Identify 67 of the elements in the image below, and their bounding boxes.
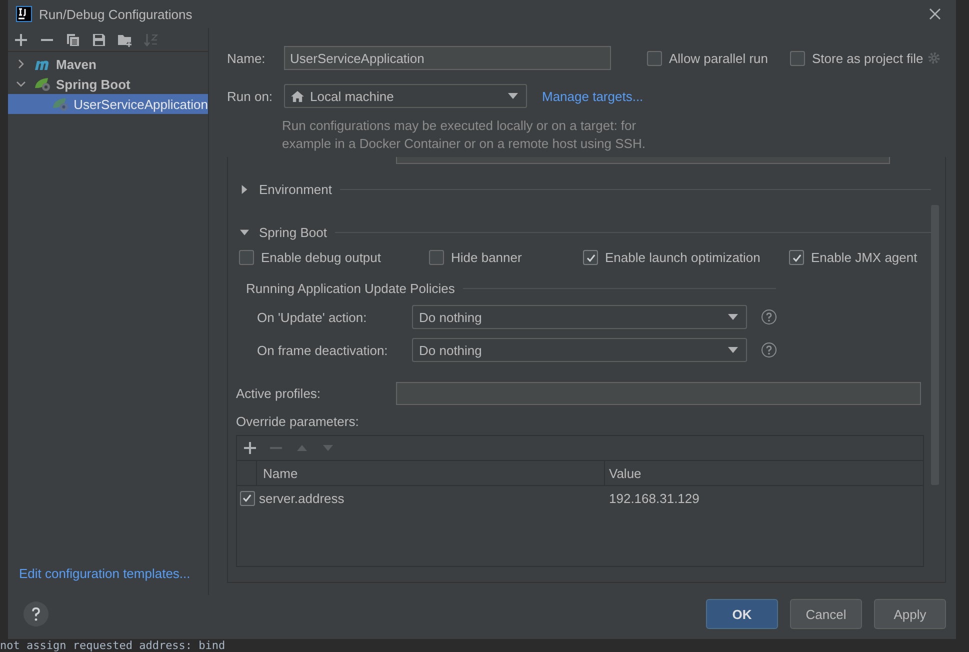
settings-icon[interactable]	[927, 51, 942, 65]
name-label: Name:	[227, 50, 266, 66]
help-icon[interactable]	[23, 601, 49, 627]
hint-text: Run configurations may be executed locally or on a target: for example in a Docker Container or on a remote host using SSH.	[282, 117, 646, 153]
table-cell-text: server.address	[258, 490, 346, 508]
checkbox-label: Enable launch optimization	[605, 250, 760, 265]
column-header[interactable]: Name	[257, 461, 605, 485]
check-icon	[242, 493, 252, 503]
policy-label: On 'Update' action:	[257, 310, 368, 324]
dialog-button[interactable]: Cancel	[790, 599, 862, 629]
policy-dropdown[interactable]: Do nothing	[412, 338, 747, 362]
help-icon[interactable]	[761, 342, 777, 358]
copy-icon[interactable]	[65, 32, 81, 48]
home-icon	[291, 90, 304, 102]
check-icon	[792, 252, 802, 262]
section-toggle[interactable]: Spring Boot	[240, 225, 327, 240]
policy-label: On frame deactivation:	[257, 342, 389, 358]
active-profiles-label: Active profiles:	[236, 386, 322, 401]
dropdown-caret-icon	[728, 347, 738, 353]
tree-item[interactable]: UserServiceApplication	[8, 94, 208, 114]
triangle-down-icon	[240, 228, 249, 237]
app-logo-icon	[16, 6, 32, 22]
group-title: Running Application Update Policies	[246, 281, 455, 296]
checkbox[interactable]	[240, 490, 254, 506]
folder-icon[interactable]	[117, 32, 133, 48]
chevron-down-icon[interactable]	[16, 79, 26, 89]
active-profiles-field[interactable]	[396, 382, 921, 405]
tree-item[interactable]: Spring Boot	[8, 74, 208, 94]
name-field[interactable]: UserServiceApplication	[284, 46, 611, 70]
option-label: Allow parallel run	[669, 50, 768, 66]
check-icon	[586, 252, 596, 262]
policy-dropdown[interactable]: Do nothing	[412, 305, 747, 329]
checkbox[interactable]	[790, 50, 805, 66]
text-field[interactable]	[396, 157, 890, 164]
chevron-right-icon[interactable]	[16, 59, 26, 69]
triangle-right-icon	[240, 185, 249, 194]
checkbox[interactable]	[789, 250, 804, 265]
table-cell-text: 192.168.31.129	[608, 490, 700, 508]
run-on-dropdown[interactable]: Local machine	[284, 84, 527, 108]
column-header[interactable]: Value	[605, 461, 642, 485]
add-icon[interactable]	[242, 440, 258, 456]
dropdown-caret-icon	[508, 93, 518, 99]
tree-item[interactable]: Maven	[8, 54, 208, 74]
window-title: Run/Debug Configurations	[39, 6, 192, 22]
leaf-gear-icon	[52, 96, 70, 112]
save-icon[interactable]	[91, 32, 107, 48]
edit-templates-link[interactable]: Edit configuration templates...	[8, 566, 208, 595]
add-icon[interactable]	[13, 32, 29, 48]
help-icon[interactable]	[761, 309, 777, 325]
override-label: Override parameters:	[236, 414, 360, 429]
manage-targets-link[interactable]: Manage targets...	[542, 88, 644, 104]
checkbox[interactable]	[239, 250, 254, 265]
checkbox-label: Hide banner	[451, 250, 522, 265]
dropdown-caret-icon	[728, 314, 738, 320]
option-label: Store as project file	[812, 50, 924, 66]
console-text: not assign requested address: bind	[0, 639, 226, 652]
run-on-label: Run on:	[227, 88, 274, 104]
dialog-button[interactable]: Apply	[874, 599, 946, 629]
checkbox[interactable]	[583, 250, 598, 265]
section-toggle[interactable]: Environment	[240, 182, 332, 197]
checkbox[interactable]	[429, 250, 444, 265]
checkbox[interactable]	[647, 50, 662, 66]
close-icon[interactable]	[929, 8, 941, 20]
checkbox-label: Enable JMX agent	[811, 250, 918, 265]
leaf-gear-icon	[34, 76, 52, 92]
checkbox-label: Enable debug output	[261, 250, 381, 265]
ok-button[interactable]: OK	[706, 599, 778, 629]
